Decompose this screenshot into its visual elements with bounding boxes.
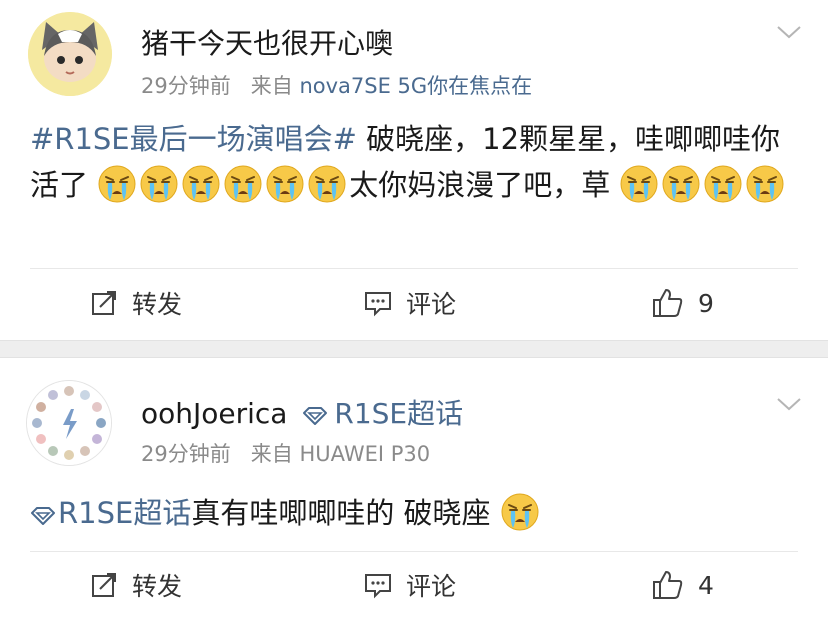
username: oohJoerica R1SE超话 — [141, 392, 463, 432]
like-button[interactable]: 9 — [652, 273, 714, 333]
from-prefix: 来自 — [250, 74, 293, 98]
supertopic-badge[interactable]: R1SE超话 — [302, 397, 463, 430]
comment-icon — [365, 574, 391, 599]
crying-face-icon — [746, 165, 784, 203]
from-prefix: 来自 — [250, 442, 293, 466]
chevron-down-icon[interactable] — [776, 396, 802, 412]
avatar-group[interactable] — [26, 380, 112, 466]
post-source[interactable]: nova7SE 5G你在焦点在 — [299, 74, 532, 98]
like-count: 4 — [698, 570, 714, 600]
diamond-icon — [31, 507, 55, 525]
thumbs-up-icon — [653, 289, 683, 317]
diamond-icon — [303, 407, 328, 425]
comment-button[interactable]: 评论 — [364, 273, 456, 333]
crying-face-icon — [140, 165, 178, 203]
post-content: #R1SE最后一场演唱会# 破晓座，12颗星星，哇唧唧哇你活了 太你妈浪漫了吧，… — [30, 116, 798, 208]
content-text: 真有哇唧唧哇的 破晓座 — [191, 496, 491, 530]
divider — [30, 268, 798, 269]
emoji-row-3 — [500, 493, 542, 531]
content-text-2: 太你妈浪漫了吧，草 — [349, 168, 611, 202]
post-meta: 29分钟前 来自 HUAWEI P30 — [141, 438, 430, 468]
username[interactable]: 猪干今天也很开心噢 — [141, 22, 393, 62]
avatar-cat[interactable] — [28, 12, 112, 96]
username-link[interactable]: oohJoerica — [141, 397, 287, 430]
section-gap — [0, 340, 828, 358]
thumbs-up-icon — [653, 571, 683, 599]
like-button[interactable]: 4 — [652, 555, 714, 615]
hashtag-link[interactable]: #R1SE最后一场演唱会# — [30, 122, 357, 156]
emoji-row-2 — [619, 165, 787, 203]
divider — [30, 551, 798, 552]
repost-label: 转发 — [132, 290, 183, 319]
action-bar: 转发 评论 4 — [0, 555, 828, 615]
crying-face-icon — [266, 165, 304, 203]
supertopic-label: R1SE超话 — [58, 496, 192, 530]
action-bar: 转发 评论 9 — [0, 273, 828, 333]
comment-label: 评论 — [406, 290, 457, 319]
comment-label: 评论 — [406, 572, 457, 601]
crying-face-icon — [98, 165, 136, 203]
comment-button[interactable]: 评论 — [364, 555, 456, 615]
post-content: R1SE超话真有哇唧唧哇的 破晓座 — [30, 490, 798, 536]
chevron-down-icon[interactable] — [776, 24, 802, 40]
crying-face-icon — [308, 165, 346, 203]
crying-face-icon — [662, 165, 700, 203]
crying-face-icon — [501, 493, 539, 531]
post-time: 29分钟前 — [141, 442, 231, 466]
supertopic-link[interactable]: R1SE超话 — [30, 496, 191, 530]
supertopic-badge-label: R1SE超话 — [334, 397, 464, 430]
repost-label: 转发 — [132, 572, 183, 601]
post-source: HUAWEI P30 — [299, 442, 431, 466]
post-time: 29分钟前 — [141, 74, 231, 98]
crying-face-icon — [182, 165, 220, 203]
like-count: 9 — [698, 288, 714, 318]
comment-icon — [365, 292, 391, 317]
crying-face-icon — [620, 165, 658, 203]
weibo-post-2: oohJoerica R1SE超话 29分钟前 来自 HUAWEI P30 R1… — [0, 358, 828, 617]
repost-icon — [92, 291, 116, 315]
repost-button[interactable]: 转发 — [90, 555, 182, 615]
crying-face-icon — [704, 165, 742, 203]
emoji-row-1 — [97, 165, 349, 203]
weibo-post-1: 猪干今天也很开心噢 29分钟前 来自 nova7SE 5G你在焦点在 #R1SE… — [0, 0, 828, 340]
repost-icon — [92, 573, 116, 597]
post-meta: 29分钟前 来自 nova7SE 5G你在焦点在 — [141, 70, 532, 100]
crying-face-icon — [224, 165, 262, 203]
repost-button[interactable]: 转发 — [90, 273, 182, 333]
